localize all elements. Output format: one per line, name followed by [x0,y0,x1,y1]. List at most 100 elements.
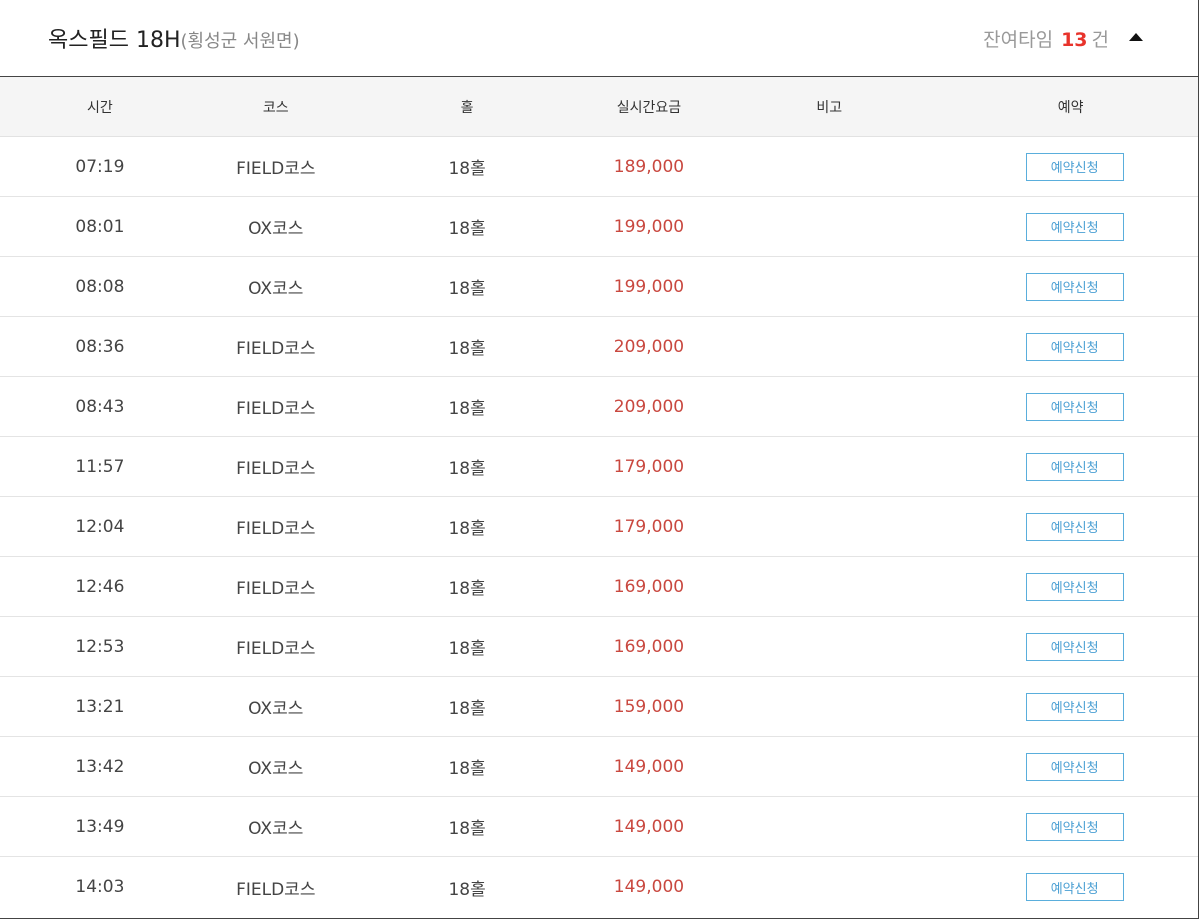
reserve-button[interactable]: 예약신청 [1025,692,1124,721]
hole-count: 18홀 [448,339,486,359]
tee-time: 08:36 [75,336,125,357]
hole-count: 18홀 [448,159,486,179]
hole-count: 18홀 [448,219,486,239]
tee-time-panel: 옥스필드 18H(횡성군 서원면) 잔여타임 13 건 시간 코스 홀 실시간요금 … [0,0,1199,919]
hole-count: 18홀 [448,819,486,839]
realtime-price: 169,000 [613,636,685,657]
note [715,557,943,616]
table-header: 시간 코스 홀 실시간요금 비고 예약 [0,77,1198,137]
course-type: FIELD코스 [236,339,316,359]
column-header-course: 코스 [262,99,289,116]
tee-time: 13:49 [75,816,125,837]
tee-time: 12:46 [75,576,125,597]
column-header-time: 시간 [87,99,113,116]
course-type: FIELD코스 [236,879,316,900]
caret-up-icon[interactable] [1129,33,1143,41]
hole-count: 18홀 [448,519,486,539]
remaining-count: 13 [1061,29,1088,51]
hole-count: 18홀 [448,399,486,419]
table-row: 12:46 FIELD코스 18홀 169,000 예약신청 [0,557,1198,617]
note [715,737,943,796]
note [715,317,943,376]
course-type: FIELD코스 [236,579,316,599]
column-header-price: 실시간요금 [616,99,682,116]
tee-time: 08:08 [75,276,125,297]
reserve-button[interactable]: 예약신청 [1025,873,1124,901]
hole-count: 18홀 [448,279,486,299]
realtime-price: 189,000 [613,156,685,177]
table-row: 11:57 FIELD코스 18홀 179,000 예약신청 [0,437,1198,497]
note [715,257,943,316]
table-body: 07:19 FIELD코스 18홀 189,000 예약신청 08:01 OX코… [0,137,1198,917]
reservation-cell: 예약신청 [943,197,1198,256]
reservation-cell: 예약신청 [943,797,1198,856]
realtime-price: 179,000 [613,516,685,537]
realtime-price: 169,000 [613,576,685,597]
note [715,857,943,917]
course-type: OX코스 [248,279,304,299]
remaining-label: 잔여타임 [983,29,1054,51]
reservation-cell: 예약신청 [943,617,1198,676]
course-type: OX코스 [248,219,304,239]
course-type: FIELD코스 [236,399,316,419]
reserve-button[interactable]: 예약신청 [1025,812,1124,841]
column-header-note: 비고 [816,99,843,116]
note [715,497,943,556]
hole-count: 18홀 [448,699,486,719]
note [715,197,943,256]
reserve-button[interactable]: 예약신청 [1025,632,1124,661]
reservation-cell: 예약신청 [943,377,1198,436]
realtime-price: 209,000 [613,396,685,417]
reserve-button[interactable]: 예약신청 [1025,212,1124,241]
remaining-times: 잔여타임 13 건 [983,25,1109,52]
table-row: 13:42 OX코스 18홀 149,000 예약신청 [0,737,1198,797]
table-row: 12:53 FIELD코스 18홀 169,000 예약신청 [0,617,1198,677]
reserve-button[interactable]: 예약신청 [1025,332,1124,361]
course-type: OX코스 [248,759,304,779]
tee-time: 13:21 [75,696,125,717]
reservation-cell: 예약신청 [943,497,1198,556]
reserve-button[interactable]: 예약신청 [1025,272,1124,301]
reserve-button[interactable]: 예약신청 [1025,392,1124,421]
table-row: 08:43 FIELD코스 18홀 209,000 예약신청 [0,377,1198,437]
note [715,617,943,676]
reservation-cell: 예약신청 [943,257,1198,316]
reserve-button[interactable]: 예약신청 [1025,572,1124,601]
realtime-price: 159,000 [613,696,685,717]
hole-count: 18홀 [448,759,486,779]
hole-count: 18홀 [448,459,486,479]
note [715,437,943,496]
table-row: 08:36 FIELD코스 18홀 209,000 예약신청 [0,317,1198,377]
table-row: 13:49 OX코스 18홀 149,000 예약신청 [0,797,1198,857]
table-row: 08:01 OX코스 18홀 199,000 예약신청 [0,197,1198,257]
reservation-cell: 예약신청 [943,137,1198,196]
reserve-button[interactable]: 예약신청 [1025,512,1124,541]
hole-count: 18홀 [448,639,486,659]
course-type: FIELD코스 [236,639,316,659]
table-row: 14:03 FIELD코스 18홀 149,000 예약신청 [0,857,1198,917]
course-type: FIELD코스 [236,459,316,479]
tee-time: 11:57 [75,456,125,477]
reserve-button[interactable]: 예약신청 [1025,752,1124,781]
reserve-button[interactable]: 예약신청 [1025,152,1124,181]
course-type: FIELD코스 [236,159,316,179]
course-name: 옥스필드 18H [48,28,181,53]
realtime-price: 209,000 [613,336,685,357]
course-type: OX코스 [248,819,304,839]
table-row: 08:08 OX코스 18홀 199,000 예약신청 [0,257,1198,317]
hole-count: 18홀 [448,579,486,599]
reserve-button[interactable]: 예약신청 [1025,452,1124,481]
reservation-cell: 예약신청 [943,557,1198,616]
course-type: FIELD코스 [236,519,316,539]
reservation-cell: 예약신청 [943,437,1198,496]
tee-time: 08:01 [75,216,125,237]
remaining-unit: 건 [1091,29,1109,51]
note [715,137,943,196]
realtime-price: 199,000 [613,216,685,237]
panel-header: 옥스필드 18H(횡성군 서원면) 잔여타임 13 건 [0,0,1198,77]
course-location: (횡성군 서원면) [180,31,300,52]
note [715,677,943,736]
column-header-reservation: 예약 [1057,99,1084,116]
tee-time: 12:53 [75,636,125,657]
tee-time: 13:42 [75,756,125,777]
